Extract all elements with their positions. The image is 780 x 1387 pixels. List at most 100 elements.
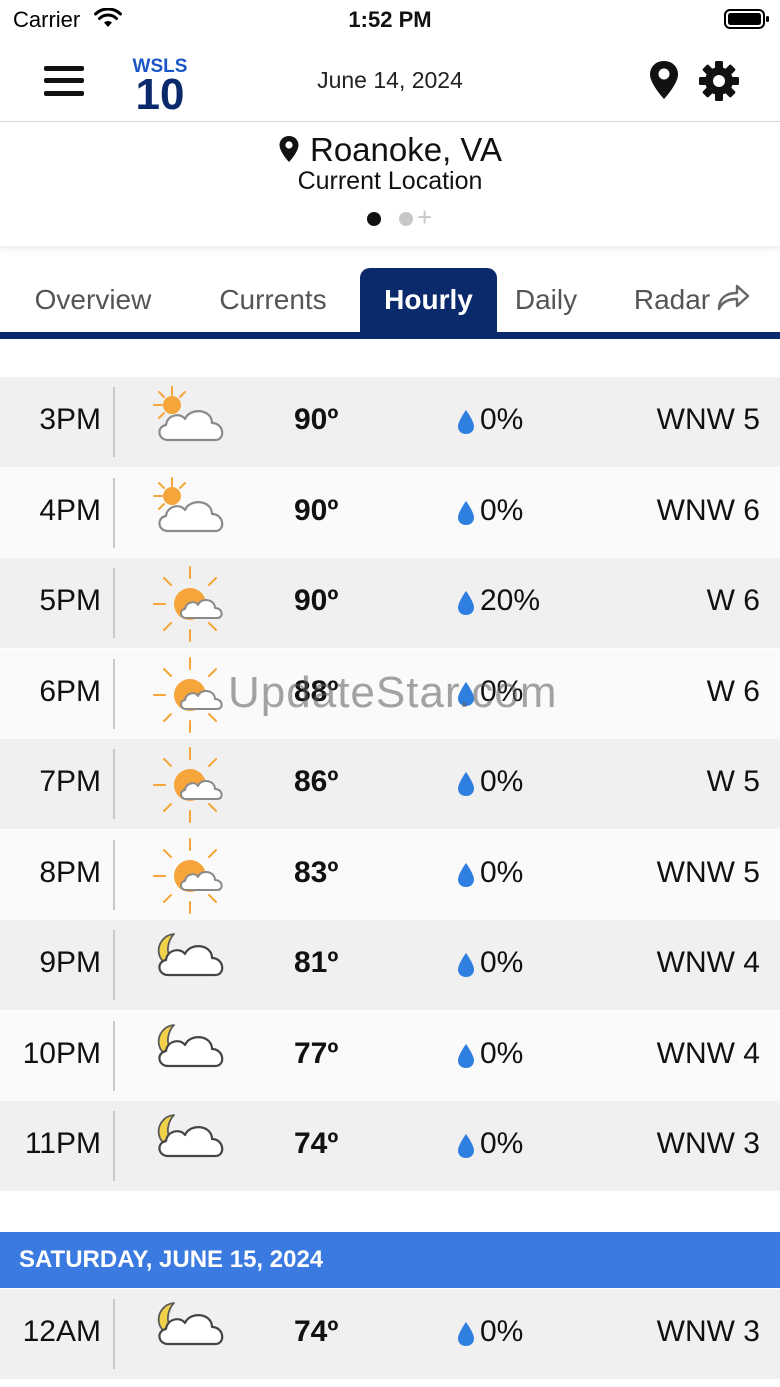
temperature: 83º [294, 855, 339, 889]
row-divider [113, 387, 115, 457]
wind: W 5 [706, 765, 760, 798]
hour-label: 7PM [39, 765, 101, 798]
precip-chance: 0% [480, 765, 524, 798]
partly-cloudy-night-icon [150, 1109, 232, 1185]
partly-cloudy-night-icon [150, 1019, 232, 1095]
status-time: 1:52 PM [348, 7, 432, 32]
tab-radar[interactable]: Radar [612, 268, 772, 332]
precip-chance: 0% [480, 403, 524, 436]
row-divider [113, 658, 115, 729]
hourly-row[interactable]: 7PM 86º 0% W 5 [0, 739, 780, 829]
temperature: 74º [294, 1127, 339, 1160]
temperature: 86º [294, 765, 339, 798]
page-indicator-active[interactable] [367, 212, 381, 226]
raindrop-icon [457, 952, 475, 978]
hour-label: 12AM [22, 1315, 101, 1348]
hourly-row[interactable]: 8PM 83º 0% WNW 5 [0, 829, 780, 920]
mostly-sunny-icon [150, 747, 232, 823]
add-location-button[interactable]: + [417, 204, 432, 230]
hour-label: 5PM [39, 584, 101, 617]
temperature: 90º [294, 403, 339, 436]
wind: WNW 3 [656, 1127, 760, 1160]
wind: WNW 6 [656, 493, 760, 527]
hour-label: 4PM [39, 493, 101, 527]
raindrop-icon [457, 1133, 475, 1159]
status-bar: Carrier 1:52 PM [0, 0, 780, 40]
precip-chance: 0% [480, 1127, 524, 1160]
tab-hourly[interactable]: Hourly [360, 268, 497, 332]
watermark: UpdateStar.com [228, 668, 558, 717]
wind: W 6 [706, 584, 760, 617]
hour-label: 3PM [39, 403, 101, 436]
precip-chance: 20% [480, 584, 541, 617]
row-divider [113, 477, 115, 548]
location-title[interactable]: Roanoke, VA [0, 131, 780, 169]
temperature: 74º [294, 1315, 339, 1348]
temperature: 90º [294, 584, 339, 617]
gear-icon[interactable] [698, 60, 740, 102]
partly-cloudy-day-icon [150, 385, 232, 461]
hourly-row[interactable]: 3PM 90º 0% WNW 5 [0, 377, 780, 467]
row-divider [113, 1111, 115, 1181]
raindrop-icon [457, 771, 475, 797]
precip-chance: 0% [480, 1036, 524, 1070]
mostly-sunny-icon [150, 837, 232, 914]
hourly-row[interactable]: 12AM 74º 0% WNW 3 [0, 1289, 780, 1379]
share-arrow-icon [717, 284, 750, 311]
hourly-row[interactable]: 9PM 81º 0% WNW 4 [0, 920, 780, 1010]
page-indicator[interactable] [399, 212, 413, 226]
raindrop-icon [457, 862, 475, 888]
tab-underline [0, 332, 780, 339]
location-pin-icon[interactable] [648, 60, 680, 100]
wind: WNW 4 [656, 1036, 760, 1070]
hour-label: 6PM [39, 674, 101, 708]
location-pin-icon [279, 136, 299, 162]
raindrop-icon [457, 590, 475, 616]
precip-chance: 0% [480, 946, 524, 979]
hour-label: 8PM [39, 855, 101, 889]
row-divider [113, 749, 115, 819]
temperature: 77º [294, 1036, 339, 1070]
raindrop-icon [457, 1043, 475, 1069]
precip-chance: 0% [480, 855, 524, 889]
location-panel: Roanoke, VA Current Location + [0, 122, 780, 246]
row-divider [113, 930, 115, 1000]
partly-cloudy-night-icon [150, 1297, 232, 1373]
precip-chance: 0% [480, 493, 524, 527]
hour-label: 11PM [24, 1127, 101, 1160]
mostly-sunny-icon [150, 566, 232, 642]
hourly-row[interactable]: 5PM 90º 20% W 6 [0, 558, 780, 648]
hour-label: 9PM [39, 946, 101, 979]
tab-daily[interactable]: Daily [500, 268, 592, 332]
wind: WNW 4 [656, 946, 760, 979]
day-header: SATURDAY, JUNE 15, 2024 [0, 1232, 780, 1288]
mostly-sunny-icon [150, 656, 232, 733]
hourly-row[interactable]: 10PM 77º 0% WNW 4 [0, 1010, 780, 1101]
wind: WNW 5 [656, 855, 760, 889]
location-name: Roanoke, VA [309, 131, 502, 168]
row-divider [113, 1299, 115, 1369]
row-divider [113, 568, 115, 638]
raindrop-icon [457, 1321, 475, 1347]
tab-radar-label: Radar [633, 284, 711, 315]
location-subtitle: Current Location [297, 167, 483, 195]
hourly-row[interactable]: 4PM 90º 0% WNW 6 [0, 467, 780, 558]
raindrop-icon [457, 500, 475, 526]
tab-currents[interactable]: Currents [192, 268, 354, 332]
battery-icon [724, 9, 769, 29]
hourly-row[interactable]: 11PM 74º 0% WNW 3 [0, 1101, 780, 1191]
partly-cloudy-night-icon [150, 928, 232, 1004]
row-divider [113, 1020, 115, 1091]
temperature: 81º [294, 946, 339, 979]
precip-chance: 0% [480, 1315, 524, 1348]
row-divider [113, 839, 115, 910]
temperature: 90º [294, 493, 339, 527]
tab-bar: Overview Currents Hourly Daily Radar [0, 268, 780, 340]
wind: W 6 [706, 674, 760, 708]
partly-cloudy-day-icon [150, 476, 232, 552]
tab-overview[interactable]: Overview [12, 268, 174, 332]
hour-label: 10PM [22, 1036, 101, 1070]
wind: WNW 5 [656, 403, 760, 436]
wind: WNW 3 [656, 1315, 760, 1348]
app-header: WSLS 10 June 14, 2024 [0, 40, 780, 122]
